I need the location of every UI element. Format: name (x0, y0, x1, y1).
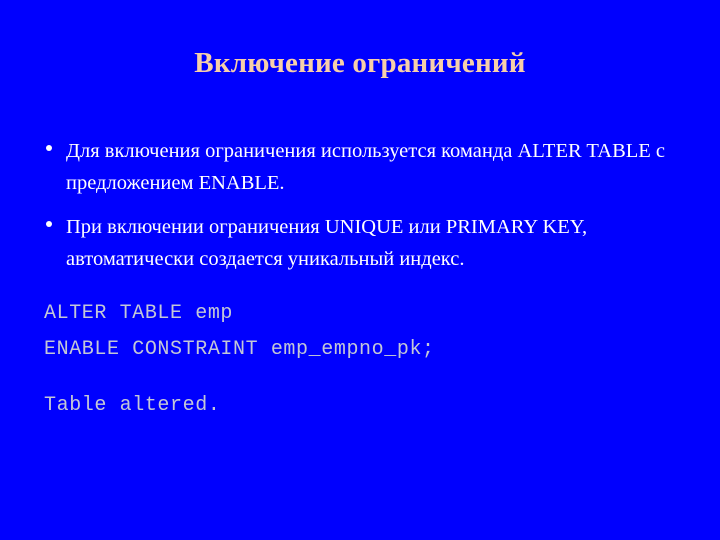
list-item: При включении ограничения UNIQUE или PRI… (44, 211, 692, 275)
bullet-list: Для включения ограничения используется к… (44, 135, 692, 287)
list-item: Для включения ограничения используется к… (44, 135, 692, 199)
presentation-slide: Включение ограничений Для включения огра… (0, 0, 720, 540)
bullet-dot-icon (46, 145, 52, 151)
code-line: ALTER TABLE emp (44, 302, 234, 325)
sql-code-block: ALTER TABLE emp ENABLE CONSTRAINT emp_em… (44, 296, 694, 424)
bullet-text: При включении ограничения UNIQUE или PRI… (66, 216, 588, 270)
bullet-text: Для включения ограничения используется к… (66, 140, 666, 194)
slide-title-block: Включение ограничений (0, 47, 720, 79)
code-line: ENABLE CONSTRAINT emp_empno_pk; (44, 338, 435, 361)
bullet-dot-icon (46, 221, 52, 227)
code-output-line: Table altered. (44, 394, 221, 417)
page-title: Включение ограничений (194, 47, 526, 79)
